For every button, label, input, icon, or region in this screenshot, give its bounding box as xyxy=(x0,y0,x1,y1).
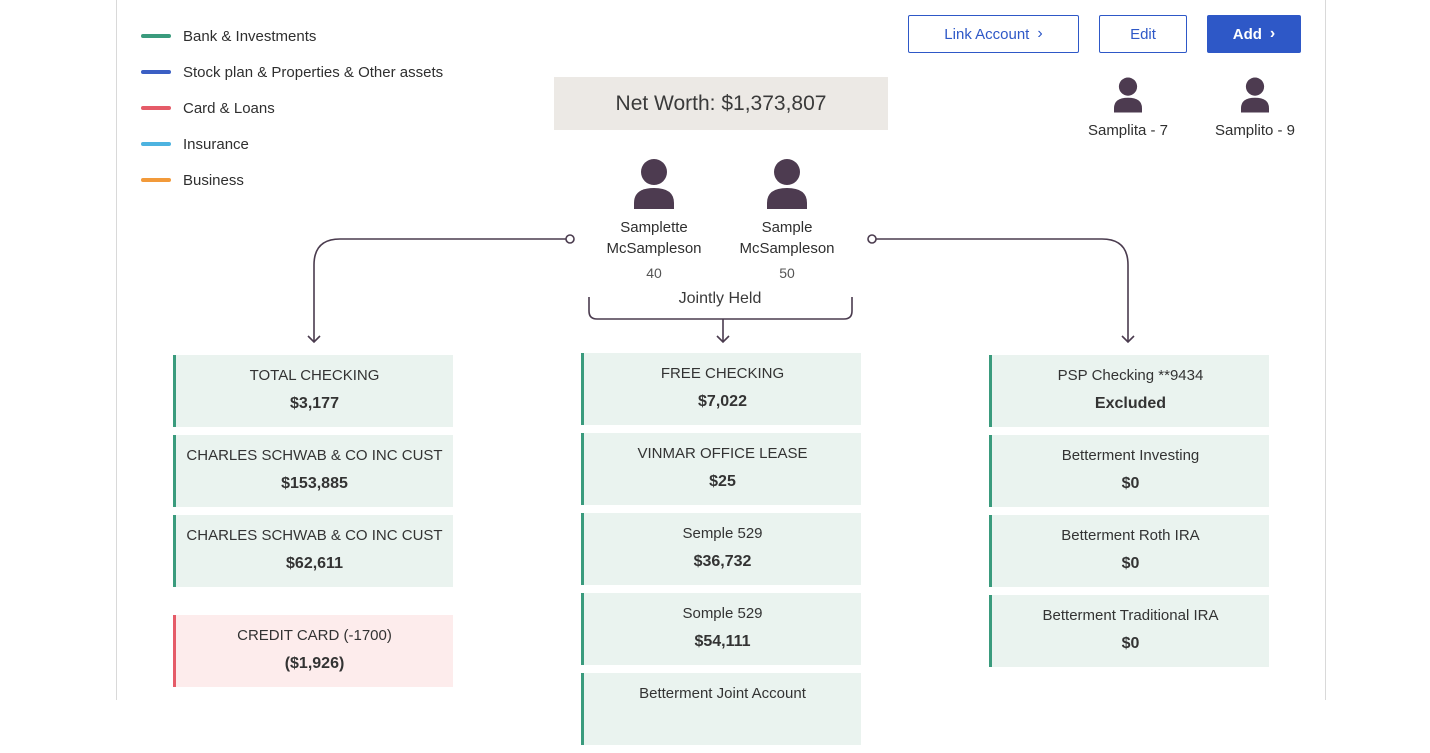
connector-node xyxy=(867,234,877,244)
account-balance: $62,611 xyxy=(286,555,343,572)
account-card[interactable]: FREE CHECKING $7,022 xyxy=(581,353,861,425)
account-name: Betterment Investing xyxy=(1061,447,1200,464)
account-column-joint: FREE CHECKING $7,022 VINMAR OFFICE LEASE $… xyxy=(581,353,861,753)
account-column-left: TOTAL CHECKING $3,177 CHARLES SCHWAB & CO… xyxy=(173,355,453,695)
account-card[interactable]: VINMAR OFFICE LEASE $25 xyxy=(581,433,861,505)
account-card[interactable]: CHARLES SCHWAB & CO INC CUST $153,885 xyxy=(173,435,453,507)
account-name: CREDIT CARD (-1700) xyxy=(237,627,392,644)
connector-node xyxy=(565,234,575,244)
child-label: Samplito - 9 xyxy=(1214,122,1296,139)
account-name: Semple 529 xyxy=(682,525,763,542)
connector-left xyxy=(313,238,566,341)
adult-person[interactable]: Sample McSampleson 50 xyxy=(707,159,867,281)
account-name: Betterment Traditional IRA xyxy=(1042,607,1219,624)
account-name: CHARLES SCHWAB & CO INC CUST xyxy=(186,447,443,464)
account-balance: $0 xyxy=(1121,635,1140,652)
account-balance: $153,885 xyxy=(281,475,348,492)
jointly-held-label: Jointly Held xyxy=(678,290,762,307)
loan-card[interactable]: CREDIT CARD (-1700) ($1,926) xyxy=(173,615,453,687)
account-name: PSP Checking **9434 xyxy=(1057,367,1204,384)
account-balance: $54,111 xyxy=(694,633,751,650)
account-card[interactable]: Betterment Investing $0 xyxy=(989,435,1269,507)
account-name: FREE CHECKING xyxy=(660,365,785,382)
account-card[interactable]: Semple 529 $36,732 xyxy=(581,513,861,585)
person-age: 50 xyxy=(779,265,795,281)
account-name: TOTAL CHECKING xyxy=(249,367,380,384)
person-icon xyxy=(1114,77,1142,113)
person-first-name: Sample xyxy=(761,219,813,236)
connector-right xyxy=(876,238,1129,341)
account-balance: $36,732 xyxy=(693,553,752,570)
person-icon xyxy=(1241,77,1269,113)
account-name: Betterment Joint Account xyxy=(639,685,806,702)
account-card[interactable]: Betterment Joint Account xyxy=(581,673,861,745)
account-balance: $7,022 xyxy=(698,393,747,410)
account-column-right: PSP Checking **9434 Excluded Betterment I… xyxy=(989,355,1269,675)
account-balance: $0 xyxy=(1121,475,1140,492)
person-icon xyxy=(767,159,807,209)
account-card[interactable]: Betterment Traditional IRA $0 xyxy=(989,595,1269,667)
account-card[interactable]: Betterment Roth IRA $0 xyxy=(989,515,1269,587)
account-card[interactable]: Somple 529 $54,111 xyxy=(581,593,861,665)
person-last-name: McSampleson xyxy=(739,240,835,257)
account-balance: Excluded xyxy=(1094,395,1167,412)
account-name: VINMAR OFFICE LEASE xyxy=(637,445,808,462)
child-label: Samplita - 7 xyxy=(1087,122,1169,139)
account-card[interactable]: TOTAL CHECKING $3,177 xyxy=(173,355,453,427)
account-name: Betterment Roth IRA xyxy=(1061,527,1200,544)
child-person[interactable]: Samplito - 9 xyxy=(1185,77,1325,139)
account-name: Somple 529 xyxy=(682,605,763,622)
account-card[interactable]: PSP Checking **9434 Excluded xyxy=(989,355,1269,427)
person-icon xyxy=(634,159,674,209)
account-card[interactable]: CHARLES SCHWAB & CO INC CUST $62,611 xyxy=(173,515,453,587)
account-balance: $25 xyxy=(709,473,736,490)
account-balance: ($1,926) xyxy=(284,655,345,672)
account-balance: $3,177 xyxy=(290,395,339,412)
account-name: CHARLES SCHWAB & CO INC CUST xyxy=(186,527,443,544)
child-person[interactable]: Samplita - 7 xyxy=(1058,77,1198,139)
account-balance: $0 xyxy=(1121,555,1140,572)
